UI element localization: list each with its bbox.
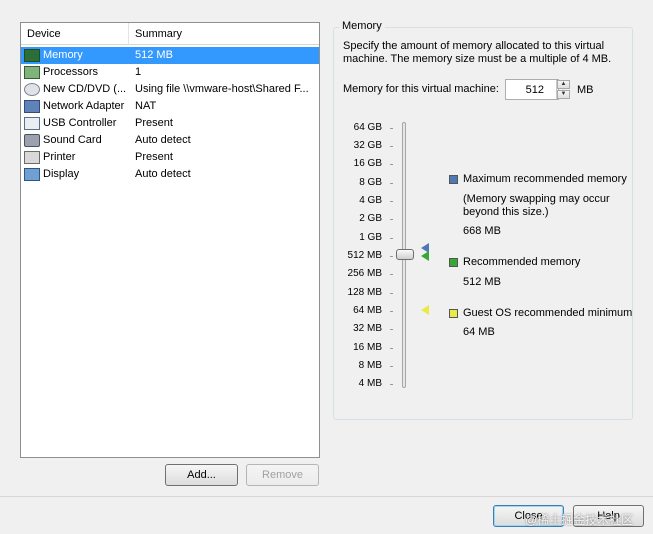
scale-tick [390,311,393,312]
scale-tick [390,146,393,147]
device-name: Printer [43,151,76,163]
max-recommended-note: (Memory swapping may occur beyond this s… [463,193,610,218]
usb-controller-icon [24,117,40,130]
device-summary: Auto detect [135,134,191,146]
network-adapter-icon [24,100,40,113]
minimum-value: 64 MB [463,326,495,338]
scale-label: 8 GB [359,177,382,188]
scale-tick [390,183,393,184]
memory-description: Specify the amount of memory allocated t… [343,40,612,65]
scale-label: 64 MB [353,305,382,316]
max-recommended-title: Maximum recommended memory [463,173,627,185]
cd-dvd-icon [24,83,40,96]
recommended-value: 512 MB [463,276,501,288]
scale-label: 2 GB [359,213,382,224]
memory-field-label: Memory for this virtual machine: [343,83,499,95]
device-row-usb-controller[interactable]: USB Controller Present [21,115,319,132]
recommended-swatch-icon [449,258,458,267]
device-name: USB Controller [43,117,117,129]
device-row-processors[interactable]: Processors 1 [21,64,319,81]
scale-tick [390,256,393,257]
memory-spinner: ▲ ▼ [556,80,570,99]
device-list-header: Device Summary [21,23,319,45]
scale-label: 16 MB [353,342,382,353]
recommended-title: Recommended memory [463,256,581,268]
scale-tick [390,329,393,330]
scale-label: 8 MB [358,360,382,371]
scale-tick [390,348,393,349]
scale-tick [390,274,393,275]
scale-label: 512 MB [347,250,382,261]
add-button[interactable]: Add... [165,464,238,486]
column-header-device[interactable]: Device [21,23,129,45]
scale-tick [390,293,393,294]
device-list: Device Summary Memory 512 MB Processors … [20,22,320,458]
device-name: Display [43,168,80,180]
display-icon [24,168,40,181]
device-row-printer[interactable]: Printer Present [21,149,319,166]
device-summary: 512 MB [135,49,173,61]
sound-card-icon [24,134,40,147]
scale-tick [390,366,393,367]
device-summary: Auto detect [135,168,191,180]
minimum-title: Guest OS recommended minimum [463,307,633,319]
minimum-swatch-icon [449,309,458,318]
memory-unit: MB [577,84,594,96]
memory-input[interactable] [505,79,559,100]
scale-tick [390,384,393,385]
scale-label: 256 MB [347,268,382,279]
device-summary: Using file \\vmware-host\Shared F... [135,83,309,95]
spin-down-icon[interactable]: ▼ [557,90,570,99]
footer-divider [0,496,653,497]
device-summary: 1 [135,66,142,78]
device-name: New CD/DVD (... [43,83,127,95]
scale-tick [390,238,393,239]
device-name: Memory [43,49,83,61]
device-row-network-adapter[interactable]: Network Adapter NAT [21,98,319,115]
device-row-display[interactable]: Display Auto detect [21,166,319,183]
remove-button[interactable]: Remove [246,464,319,486]
scale-tick [390,219,393,220]
memory-group-title: Memory [339,20,385,32]
memory-icon [24,49,40,62]
watermark-text: @稀土掘金技术社区 [525,513,634,527]
max-recommended-value: 668 MB [463,225,501,237]
device-row-memory[interactable]: Memory 512 MB [21,47,319,64]
processors-icon [24,66,40,79]
device-row-cd-dvd[interactable]: New CD/DVD (... Using file \\vmware-host… [21,81,319,98]
minimum-marker-icon [421,305,429,315]
memory-slider-thumb[interactable] [396,249,414,260]
device-name: Network Adapter [43,100,125,112]
scale-tick [390,164,393,165]
device-summary: NAT [135,100,157,112]
device-summary: Present [135,151,173,163]
device-name: Processors [43,66,99,78]
device-summary: Present [135,117,173,129]
max-recommended-swatch-icon [449,175,458,184]
scale-tick [390,201,393,202]
scale-label: 32 MB [353,323,382,334]
spin-up-icon[interactable]: ▲ [557,80,570,89]
scale-label: 32 GB [353,140,382,151]
column-header-summary[interactable]: Summary [129,23,319,45]
recommended-marker-icon [421,251,429,261]
scale-label: 128 MB [347,287,382,298]
printer-icon [24,151,40,164]
scale-label: 64 GB [353,122,382,133]
scale-tick [390,128,393,129]
scale-label: 16 GB [353,158,382,169]
scale-label: 4 MB [358,378,382,389]
scale-label: 4 GB [359,195,382,206]
scale-label: 1 GB [359,232,382,243]
device-name: Sound Card [43,134,102,146]
device-row-sound-card[interactable]: Sound Card Auto detect [21,132,319,149]
